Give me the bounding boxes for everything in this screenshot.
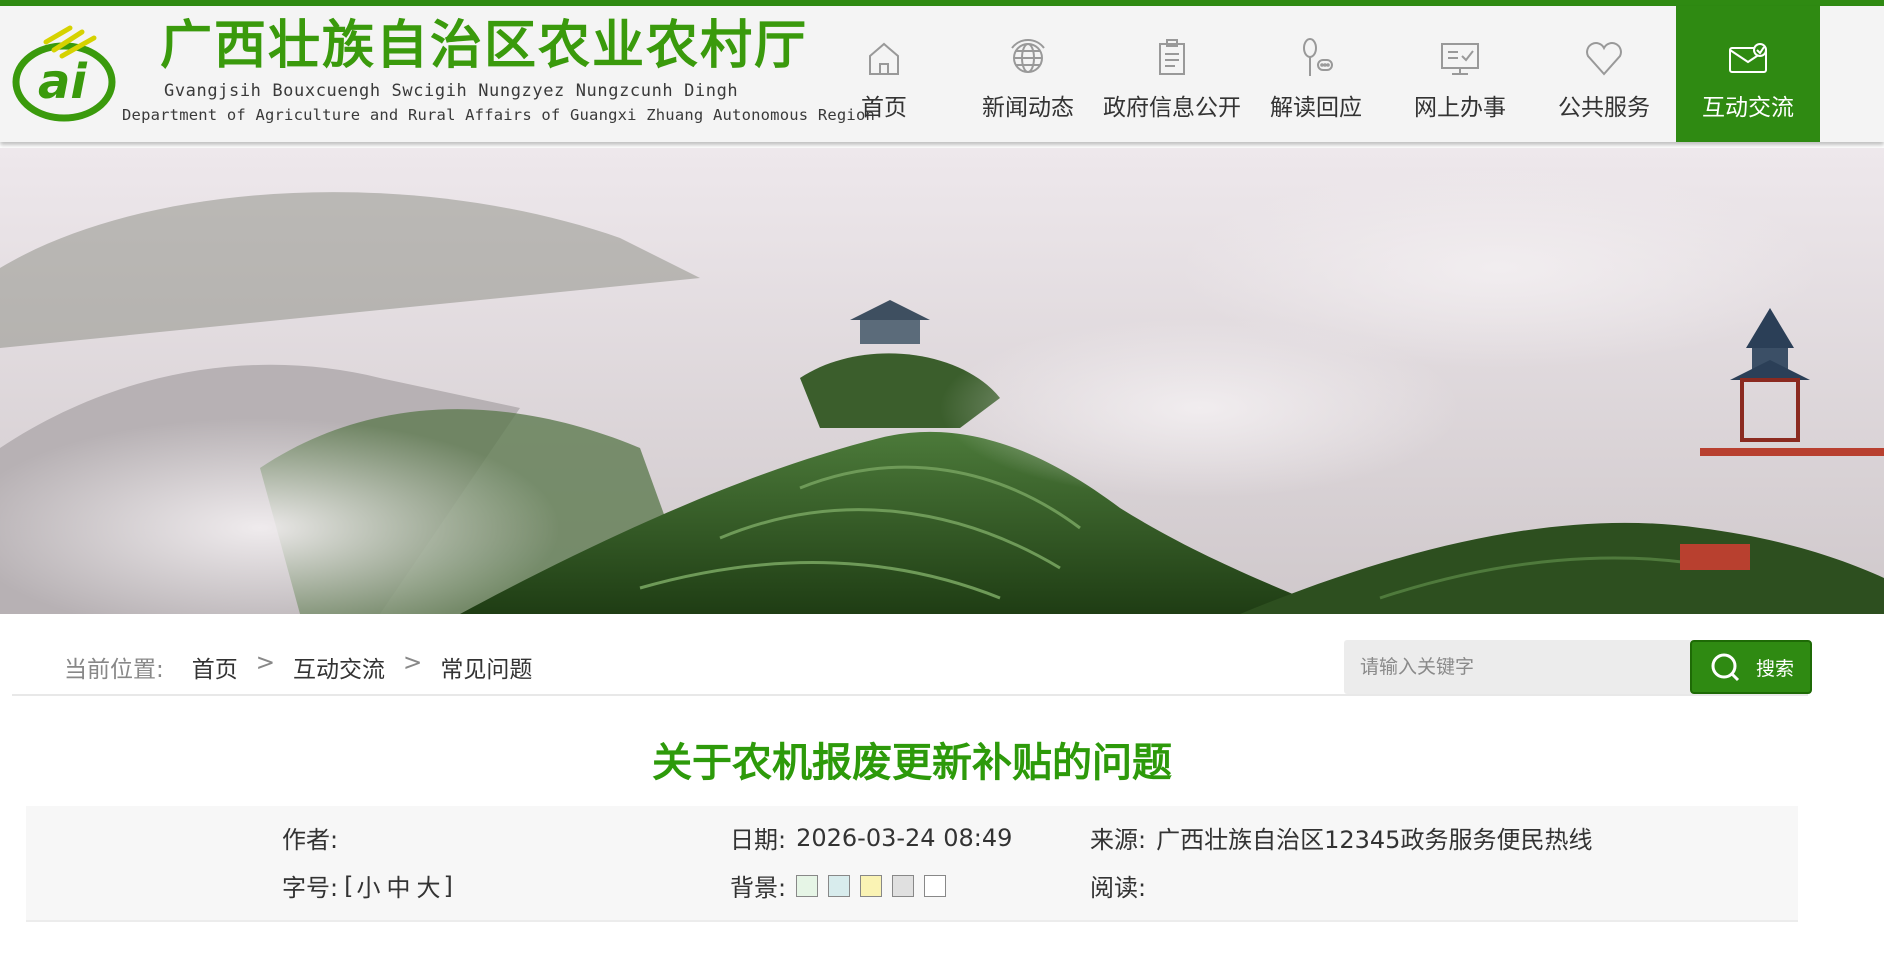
fontsize-label: 字号: [282,874,339,902]
nav-label: 首页 [861,95,907,121]
source-value: 广西壮族自治区12345政务服务便民热线 [1156,826,1593,854]
fontsize-open-bracket: [ [344,871,354,900]
site-title[interactable]: 广西壮族自治区农业农村厅 [160,17,808,75]
nav-item-home[interactable]: 首页 [812,6,956,142]
nav-item-interpret[interactable]: 解读回应 [1244,6,1388,142]
background-swatch-yellow[interactable] [860,874,883,897]
search-input[interactable] [1344,640,1692,694]
search-button[interactable]: 搜索 [1690,640,1812,694]
nav-label: 解读回应 [1270,95,1362,121]
banner-corner [1834,614,1884,622]
article-title: 关于农机报废更新补贴的问题 [652,740,1172,786]
site-logo[interactable]: ai [12,20,120,124]
breadcrumb-home[interactable]: 首页 [192,650,238,684]
meta-source: 来源: 广西壮族自治区12345政务服务便民热线 [1090,820,1592,855]
author-label: 作者: [282,826,339,854]
main-nav: 首页 新闻动态 政府信息公开 解读回应 网上办事 公共服务 互动交流 [812,6,1820,142]
meta-fontsize: 字号: [ 小 中 大 ] [282,868,453,903]
fontsize-small-button[interactable]: 小 [356,868,380,903]
nav-item-interaction[interactable]: 互动交流 [1676,6,1820,142]
microphone-chat-icon [1303,38,1333,76]
background-swatch-blue[interactable] [828,874,851,897]
search-box: 搜索 [1344,640,1812,694]
meta-background: 背景: [730,868,947,903]
nav-item-news[interactable]: 新闻动态 [956,6,1100,142]
breadcrumb-separator: > [403,650,423,676]
meta-author: 作者: [282,820,338,855]
nav-label: 网上办事 [1414,95,1506,121]
meta-date: 日期: 2026-03-24 08:49 [730,820,1012,855]
nav-label: 新闻动态 [982,95,1074,121]
background-swatch-white[interactable] [924,874,947,897]
nav-label: 公共服务 [1558,95,1650,121]
search-icon [1711,653,1740,682]
banner-image [0,148,1884,614]
logo-text: ai [38,54,87,110]
fontsize-close-bracket: ] [443,871,453,900]
breadcrumb-separator: > [255,650,276,676]
heart-icon [1586,42,1622,76]
nav-label: 政府信息公开 [1103,95,1241,121]
envelope-icon [1729,43,1767,73]
date-label: 日期: [730,826,787,854]
source-label: 来源: [1090,826,1147,854]
fontsize-medium-button[interactable]: 中 [386,868,410,903]
search-button-label: 搜索 [1755,657,1794,680]
home-icon [869,42,899,75]
site-header: ai 广西壮族自治区农业农村厅 Gvangjsih Bouxcuengh Swc… [0,6,1884,142]
breadcrumb-interaction[interactable]: 互动交流 [293,650,385,684]
nav-item-public-service[interactable]: 公共服务 [1532,6,1676,142]
monitor-check-icon [1441,43,1479,75]
breadcrumb: 当前位置: 首页 > 互动交流 > 常见问题 [64,650,532,684]
article-meta: 作者: 日期: 2026-03-24 08:49 来源: 广西壮族自治区1234… [26,806,1798,922]
nav-item-gov-info[interactable]: 政府信息公开 [1100,6,1244,142]
clipboard-icon [1159,39,1185,75]
meta-views: 阅读: [1090,868,1146,903]
site-zhuang-name: Gvangjsih Bouxcuengh Swcigih Nungzyez Nu… [164,81,739,101]
date-value: 2026-03-24 08:49 [796,823,1013,852]
views-label: 阅读: [1090,874,1147,902]
background-swatch-green[interactable] [796,874,819,897]
globe-icon [1011,39,1045,73]
breadcrumb-faq[interactable]: 常见问题 [440,650,532,684]
site-english-name: Department of Agriculture and Rural Affa… [122,106,876,124]
background-swatch-gray[interactable] [892,874,915,897]
breadcrumb-label: 当前位置: [64,657,164,683]
nav-label: 互动交流 [1702,95,1794,121]
background-label: 背景: [730,874,787,902]
fontsize-large-button[interactable]: 大 [416,868,440,903]
nav-item-online-service[interactable]: 网上办事 [1388,6,1532,142]
